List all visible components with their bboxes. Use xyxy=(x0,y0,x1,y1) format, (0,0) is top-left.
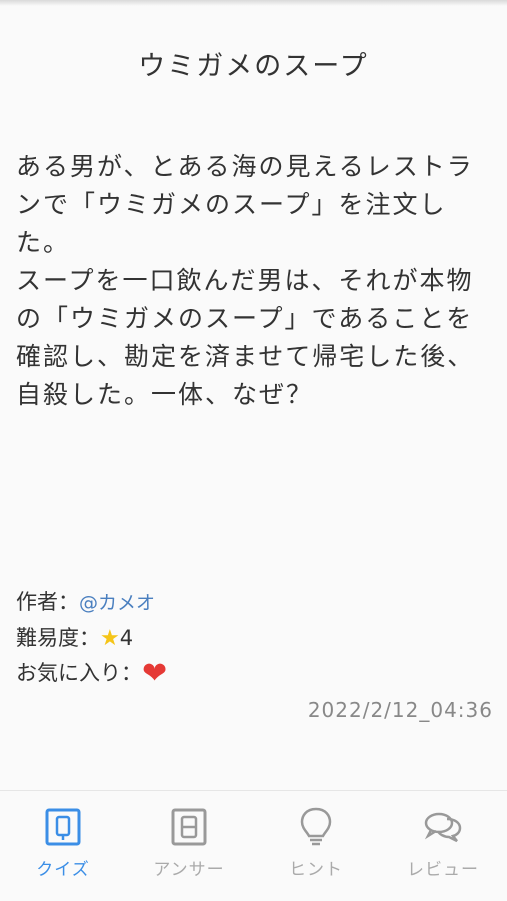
author-row: 作者：@カメオ xyxy=(16,586,155,616)
heart-icon[interactable]: ❤ xyxy=(142,656,167,691)
bottom-navigation: クイズ アンサー ヒント レビュー xyxy=(0,790,507,901)
answer-a-icon xyxy=(171,808,207,846)
quiz-q-icon xyxy=(45,808,81,846)
star-icon: ★ xyxy=(100,626,120,651)
quiz-question-text: ある男が、とある海の見えるレストランで「ウミガメのスープ」を注文した。 スープを… xyxy=(16,152,475,409)
nav-label-hint: ヒント xyxy=(289,860,343,880)
nav-tab-answer[interactable]: アンサー xyxy=(126,805,252,880)
quiz-title: ウミガメのスープ xyxy=(138,51,369,82)
nav-tab-quiz[interactable]: クイズ xyxy=(0,805,126,880)
favorite-row: お気に入り：❤ xyxy=(16,656,167,691)
difficulty-row: 難易度：★4 xyxy=(16,622,133,652)
nav-tab-review[interactable]: レビュー xyxy=(380,805,506,880)
nav-label-quiz: クイズ xyxy=(36,860,90,880)
author-label: 作者： xyxy=(16,590,79,614)
hint-lightbulb-icon xyxy=(300,807,332,846)
nav-label-review: レビュー xyxy=(407,860,479,880)
author-link[interactable]: @カメオ xyxy=(79,592,155,614)
post-timestamp: 2022/2/12_04:36 xyxy=(307,698,493,722)
favorite-label: お気に入り： xyxy=(16,661,142,685)
difficulty-value: 4 xyxy=(119,626,134,650)
app-bar-shadow xyxy=(0,0,507,6)
review-chat-icon xyxy=(424,812,462,843)
nav-tab-hint[interactable]: ヒント xyxy=(253,805,379,880)
nav-label-answer: アンサー xyxy=(153,860,225,880)
difficulty-label: 難易度： xyxy=(16,626,100,650)
